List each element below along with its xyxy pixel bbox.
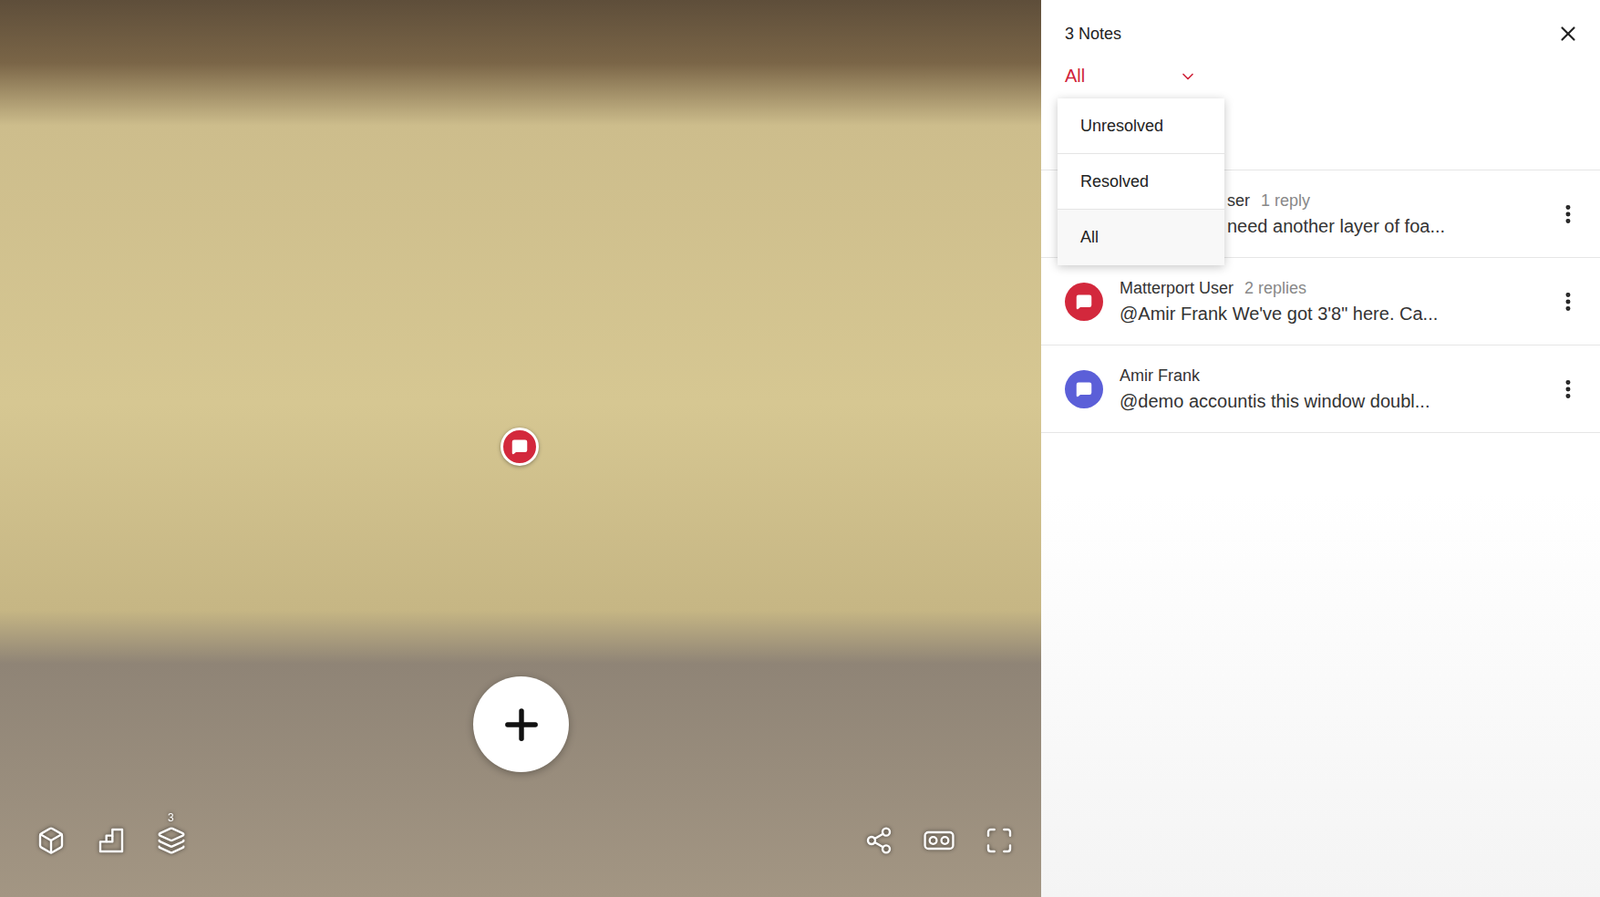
note-menu-button[interactable] <box>1556 202 1580 227</box>
dollhouse-button[interactable] <box>34 824 68 857</box>
note-replies: 1 reply <box>1260 191 1311 211</box>
filter-option[interactable]: All <box>1057 209 1225 266</box>
floor-count: 3 <box>167 812 175 824</box>
note-avatar <box>1064 282 1104 321</box>
note-body: Matterport User 2 replies @Amir Frank We'v… <box>1119 278 1540 325</box>
floors-icon <box>156 825 186 856</box>
comment-icon <box>1075 381 1093 398</box>
app: 33 NotesAllUnresolvedResolvedAllser1 rep… <box>0 0 1600 897</box>
filter-dropdown[interactable]: All <box>1064 65 1198 87</box>
floorplan-icon <box>96 825 126 856</box>
notes-title: 3 Notes <box>1064 24 1122 44</box>
title-row: 3 Notes <box>1064 21 1580 46</box>
note-text: @demo accountis this window doubl... <box>1119 391 1540 413</box>
share-toolbar <box>862 824 1016 857</box>
comment-icon <box>511 438 528 455</box>
note-replies: 2 replies <box>1244 278 1307 299</box>
note-row[interactable]: Amir Frank @demo accountis this window do… <box>1041 345 1600 434</box>
share-icon <box>864 825 894 856</box>
note-meta: Matterport User 2 replies <box>1119 278 1540 299</box>
floors-button[interactable]: 3 <box>154 824 188 857</box>
dollhouse-icon <box>36 825 66 856</box>
note-meta: Amir Frank <box>1119 366 1540 386</box>
filter-menu: UnresolvedResolvedAll <box>1057 98 1225 266</box>
plus-icon <box>497 701 546 749</box>
note-meta: ser 1 reply <box>1227 191 1540 211</box>
note-author: ser <box>1227 191 1250 211</box>
close-button[interactable] <box>1556 21 1580 46</box>
notes-panel: 3 NotesAllUnresolvedResolvedAllser1 repl… <box>1041 0 1600 897</box>
floorplan-button[interactable] <box>94 824 128 857</box>
tour-view[interactable]: 3 <box>0 0 1042 897</box>
note-text: need another layer of foa... <box>1227 216 1540 238</box>
more-icon <box>1556 377 1580 402</box>
close-icon <box>1556 21 1580 46</box>
vr-headset-icon <box>922 825 956 856</box>
note-menu-button[interactable] <box>1556 377 1580 402</box>
vr-button[interactable] <box>922 824 956 857</box>
add-note-button[interactable] <box>473 676 569 773</box>
note-body: ser 1 reply need another layer of foa... <box>1227 191 1540 238</box>
more-icon <box>1556 289 1580 314</box>
note-body: Amir Frank @demo accountis this window do… <box>1119 366 1540 413</box>
note-pin[interactable] <box>500 427 539 466</box>
view-toolbar: 3 <box>34 824 188 857</box>
note-avatar <box>1064 370 1104 409</box>
filter-label: All <box>1064 65 1085 87</box>
filter-option[interactable]: Resolved <box>1057 154 1225 210</box>
note-row[interactable]: Matterport User 2 replies @Amir Frank We'v… <box>1041 258 1600 346</box>
comment-icon <box>1075 293 1093 310</box>
share-button[interactable] <box>862 824 896 857</box>
note-text: @Amir Frank We've got 3'8" here. Ca... <box>1119 303 1540 325</box>
note-author: Matterport User <box>1119 278 1234 299</box>
fullscreen-button[interactable] <box>982 824 1016 857</box>
fullscreen-icon <box>984 825 1014 856</box>
more-icon <box>1556 202 1580 227</box>
filter-option[interactable]: Unresolved <box>1057 98 1225 155</box>
note-author: Amir Frank <box>1119 366 1200 386</box>
chevron-down-icon <box>1178 67 1198 86</box>
note-menu-button[interactable] <box>1556 289 1580 314</box>
